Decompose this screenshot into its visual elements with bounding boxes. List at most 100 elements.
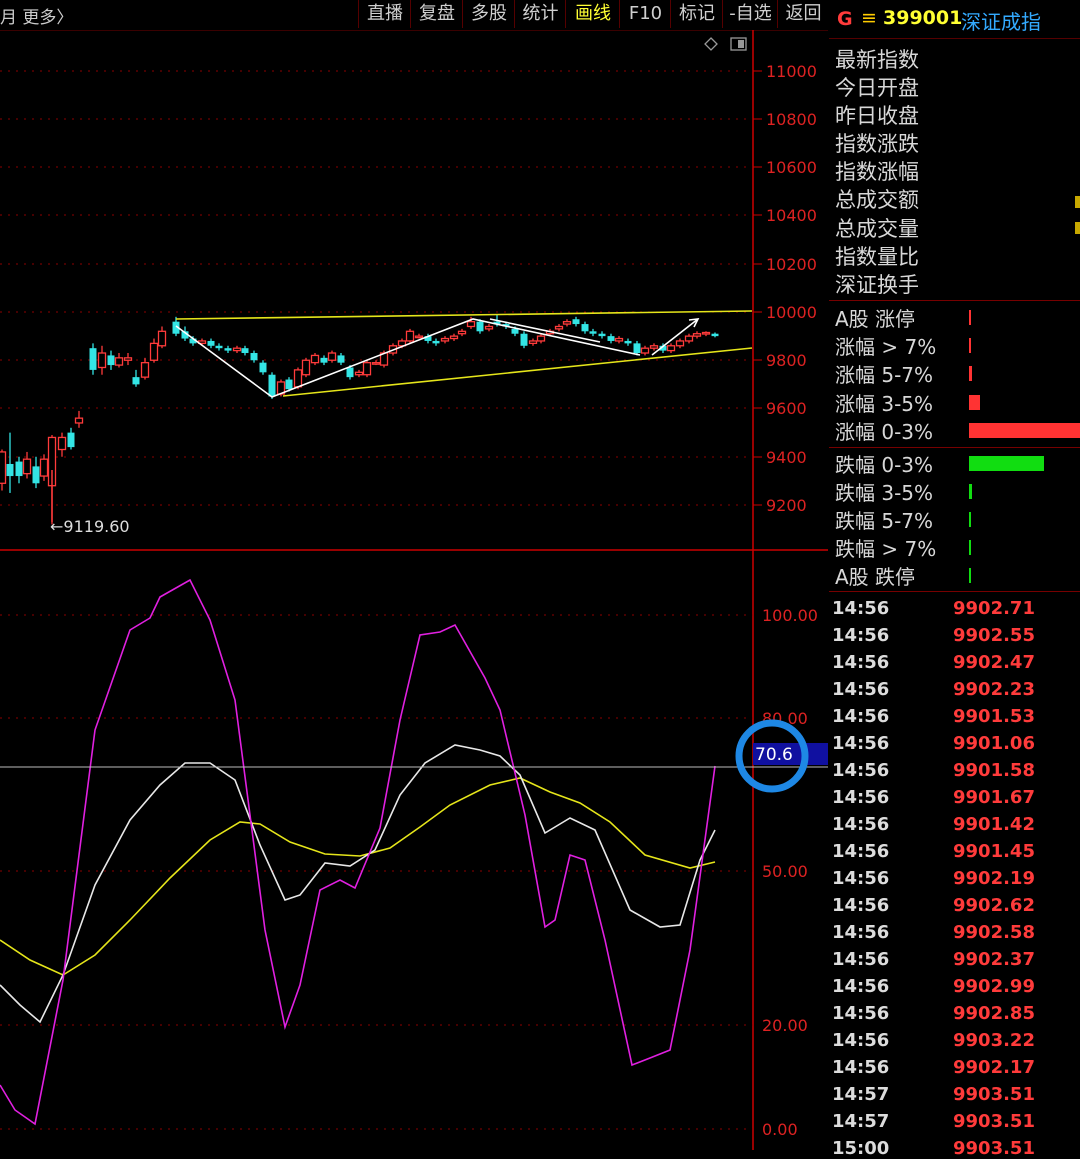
chart-toolbar: 月 更多〉 直播 复盘 多股 统计 画线 F10 标记 -自选 返回 [0,0,828,31]
candle [140,362,150,378]
toolbar-button-6[interactable]: 标记 [670,0,723,28]
panel-toggle-icon[interactable] [730,37,747,51]
diamond-icon[interactable] [704,37,718,51]
tick-time: 14:56 [832,895,890,916]
tick-price: 9902.23 [953,679,1035,700]
info-label: 今日开盘 [835,76,919,100]
tick-time: 14:56 [832,949,890,970]
candle [607,336,615,341]
tick-time: 14:56 [832,841,890,862]
distribution-bar [969,366,972,381]
info-label: 最新指数 [835,48,919,72]
info-label: 昨日收盘 [835,104,919,128]
stock-name[interactable]: 深证成指 [961,6,1041,35]
info-label: 指数涨幅 [835,160,919,184]
candle [598,333,606,337]
candle [476,321,484,332]
toolbar-button-5[interactable]: F10 [619,0,671,28]
distribution-label: 跌幅 > 7% [835,537,937,561]
distribution-bar [969,484,972,499]
tick-price: 9903.22 [953,1030,1035,1051]
candle [684,335,694,342]
candle [649,345,659,349]
info-label: 总成交额 [835,188,919,212]
quote-side-panel: G ≡ 399001 深证成指 最新指数今日开盘昨日收盘指数涨跌指数涨幅总成交额… [829,0,1080,1159]
candle [346,367,354,378]
candle [132,377,140,385]
candle [354,371,364,376]
tick-time: 14:56 [832,733,890,754]
tick-price: 9903.51 [953,1084,1035,1105]
candle [624,340,632,344]
candle [57,436,67,451]
price-axis-label: 9400 [766,448,807,467]
indicator-line-magenta [0,578,716,1126]
kline-chart-area[interactable]: 11000 10800 10600 10400 10200 10000 9800 9600 94… [0,30,828,1150]
distribution-bar [969,568,971,583]
distribution-bar [969,512,971,527]
toolbar-button-1[interactable]: 复盘 [410,0,463,28]
price-axis-label: 10400 [766,206,817,225]
candle [39,458,49,477]
candle [22,458,32,475]
tick-price: 9901.53 [953,706,1035,727]
tick-time: 14:56 [832,706,890,727]
tick-price: 9902.62 [953,895,1035,916]
candle [589,331,597,334]
info-label: 指数量比 [835,245,919,269]
candle [123,357,133,361]
tick-price: 9901.06 [953,733,1035,754]
tick-price: 9902.99 [953,976,1035,997]
stock-header: G ≡ 399001 深证成指 [829,0,1080,39]
candle [432,340,440,344]
distribution-label: 涨幅 > 7% [835,335,937,359]
tick-time: 14:56 [832,1003,890,1024]
toolbar-button-0[interactable]: 直播 [358,0,411,28]
current-value-label: 70.6 [755,745,793,765]
candle [215,345,223,349]
tick-time: 14:56 [832,1030,890,1051]
candle [207,340,215,346]
tick-time: 14:56 [832,787,890,808]
trendline-channel[interactable] [175,310,753,397]
distribution-bar [969,540,971,555]
toolbar-button-2[interactable]: 多股 [462,0,515,28]
price-axis-label: 10000 [766,303,817,322]
candle [554,325,564,330]
candle [520,333,528,346]
tick-time: 14:56 [832,598,890,619]
indicator-axis-label: 20.00 [762,1016,808,1035]
candle [633,343,641,354]
candle [32,466,40,484]
candle [581,324,589,332]
toolbar-button-3[interactable]: 统计 [514,0,566,28]
tick-price: 9901.58 [953,760,1035,781]
toolbar-button-8[interactable]: 返回 [777,0,829,28]
tick-price: 9902.85 [953,1003,1035,1024]
candle [711,333,719,337]
price-axis-label: 9800 [766,351,807,370]
candle [224,348,232,351]
tick-price: 9902.58 [953,922,1035,943]
toolbar-button-4[interactable]: 画线 [565,0,620,28]
tick-time: 14:56 [832,1057,890,1078]
toolbar-button-7[interactable]: -自选 [722,0,778,28]
candle [692,333,702,337]
tick-price: 9903.51 [953,1138,1035,1159]
menu-icon[interactable]: ≡ [861,7,877,29]
candle [285,379,293,390]
market-icon: G [837,8,853,30]
distribution-label: 涨幅 3-5% [835,392,934,416]
indicator-axis-label: 50.00 [762,862,808,881]
price-axis-label: 9200 [766,496,807,515]
candle [337,355,345,363]
candle [362,362,372,376]
indicator-axis-label: 100.00 [762,606,818,625]
distribution-label: A股 跌停 [835,565,916,589]
candle [232,347,242,352]
candle [562,320,572,325]
tick-time: 14:56 [832,760,890,781]
more-menu[interactable]: 月 更多〉 [0,3,73,28]
info-label: 指数涨跌 [835,132,919,156]
candle [666,345,676,352]
